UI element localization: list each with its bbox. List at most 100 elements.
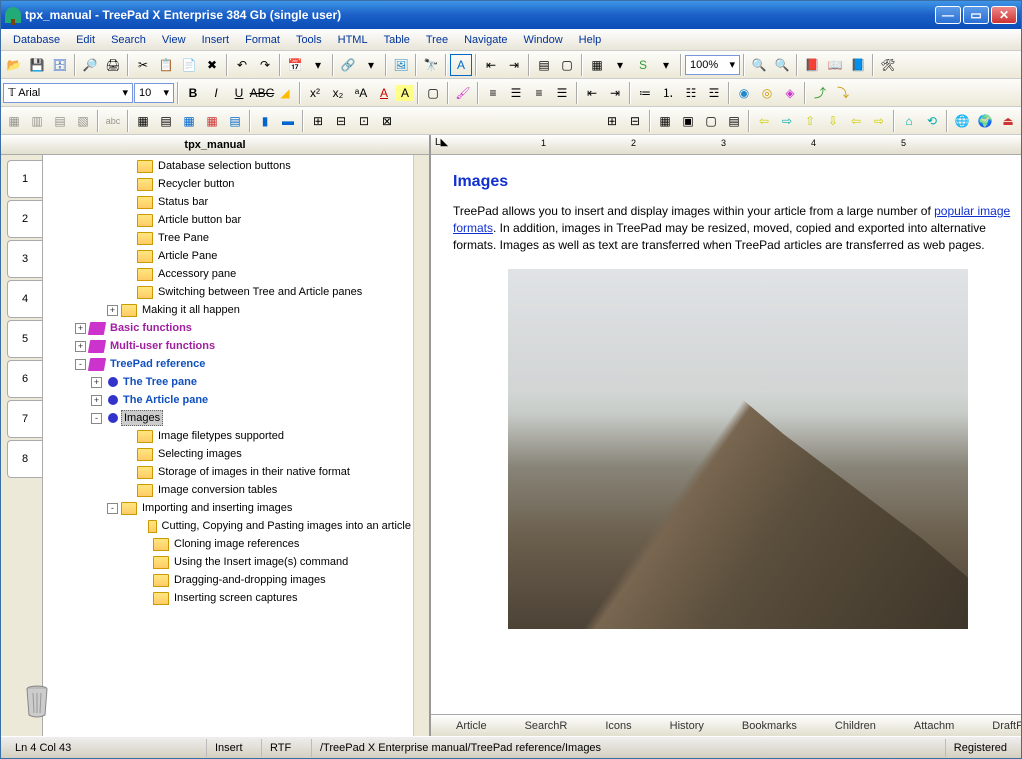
nav-prev-icon[interactable]: ⇨	[776, 110, 798, 132]
tree-node[interactable]: -Images	[43, 409, 413, 427]
tree-node[interactable]: Inserting screen captures	[43, 589, 413, 607]
tree-node[interactable]: +Basic functions	[43, 319, 413, 337]
tree-node[interactable]: Article Pane	[43, 247, 413, 265]
expand-icon[interactable]: -	[75, 359, 86, 370]
char-icon[interactable]: ▾	[307, 54, 329, 76]
indent-tree-icon[interactable]: ⇥	[503, 54, 525, 76]
split1-icon[interactable]: ⊞	[601, 110, 623, 132]
alignjustify-button[interactable]: ☰	[551, 82, 573, 104]
table4-icon[interactable]: ▦	[201, 110, 223, 132]
tree-node[interactable]: -Importing and inserting images	[43, 499, 413, 517]
table5-icon[interactable]: ▤	[224, 110, 246, 132]
underline-button[interactable]: U	[228, 82, 250, 104]
tab-bookmarks[interactable]: Bookmarks	[723, 717, 816, 735]
vtab-6[interactable]: 6	[7, 360, 42, 398]
table3-icon[interactable]: ▦	[178, 110, 200, 132]
zoomin-icon[interactable]: 🔍	[771, 54, 793, 76]
style-icon[interactable]: S	[632, 54, 654, 76]
grid2-icon[interactable]: ▥	[26, 110, 48, 132]
superscript-button[interactable]: x²	[304, 82, 326, 104]
menu-navigate[interactable]: Navigate	[456, 31, 515, 49]
merge1-icon[interactable]: ⊞	[307, 110, 329, 132]
saveall-icon[interactable]: 🗄	[49, 54, 71, 76]
tree-node[interactable]: +The Article pane	[43, 391, 413, 409]
copy-icon[interactable]: 📋	[155, 54, 177, 76]
menu-format[interactable]: Format	[237, 31, 288, 49]
merge2-icon[interactable]: ⊟	[330, 110, 352, 132]
grid1-icon[interactable]: ▦	[3, 110, 25, 132]
layout3-icon[interactable]: ▦	[586, 54, 608, 76]
menu-tools[interactable]: Tools	[288, 31, 330, 49]
book3-icon[interactable]: 📘	[847, 54, 869, 76]
bgcolor-button[interactable]: A	[396, 85, 414, 101]
tree-node[interactable]: Status bar	[43, 193, 413, 211]
nav-right-icon[interactable]: ⇨	[868, 110, 890, 132]
tree-node[interactable]: Article button bar	[43, 211, 413, 229]
minimize-button[interactable]: —	[935, 6, 961, 24]
menu-help[interactable]: Help	[571, 31, 610, 49]
tree-node[interactable]: -TreePad reference	[43, 355, 413, 373]
table2-icon[interactable]: ▤	[155, 110, 177, 132]
tree-view[interactable]: Database selection buttonsRecycler butto…	[43, 155, 413, 736]
obj3-icon[interactable]: ◈	[779, 82, 801, 104]
tree-node[interactable]: +Making it all happen	[43, 301, 413, 319]
highlight-icon[interactable]: ◢	[274, 82, 296, 104]
menu-tree[interactable]: Tree	[418, 31, 456, 49]
tree-node[interactable]: Image filetypes supported	[43, 427, 413, 445]
print-icon[interactable]: 🖨	[102, 54, 124, 76]
expand-icon[interactable]: +	[91, 377, 102, 388]
tree-node[interactable]: +Multi-user functions	[43, 337, 413, 355]
bulletlist-button[interactable]: ≔	[634, 82, 656, 104]
list4-button[interactable]: ☲	[703, 82, 725, 104]
tree-node[interactable]: Image conversion tables	[43, 481, 413, 499]
exit-icon[interactable]: ⏏	[997, 110, 1019, 132]
alignright-button[interactable]: ≡	[528, 82, 550, 104]
fontcolor-button[interactable]: A	[373, 82, 395, 104]
border4-icon[interactable]: ▤	[723, 110, 745, 132]
numberlist-button[interactable]: ⒈	[657, 82, 679, 104]
outdent-button[interactable]: ⇤	[581, 82, 603, 104]
menu-search[interactable]: Search	[103, 31, 154, 49]
bold-button[interactable]: B	[182, 82, 204, 104]
anchor-icon[interactable]: ▾	[360, 54, 382, 76]
book2-icon[interactable]: 📖	[824, 54, 846, 76]
menu-insert[interactable]: Insert	[194, 31, 238, 49]
expand-icon[interactable]: -	[91, 413, 102, 424]
close-button[interactable]: ✕	[991, 6, 1017, 24]
binoculars-icon[interactable]: 🔭	[420, 54, 442, 76]
tab-draftpad[interactable]: DraftPad	[973, 717, 1021, 735]
image-icon[interactable]: 🖼	[390, 54, 412, 76]
tree-node[interactable]: Cloning image references	[43, 535, 413, 553]
obj2-icon[interactable]: ◎	[756, 82, 778, 104]
split2-icon[interactable]: ⊟	[624, 110, 646, 132]
tab-children[interactable]: Children	[816, 717, 895, 735]
table1-icon[interactable]: ▦	[132, 110, 154, 132]
redo-icon[interactable]: ↷	[254, 54, 276, 76]
nav-up-icon[interactable]: ⇧	[799, 110, 821, 132]
grid4-icon[interactable]: ▧	[72, 110, 94, 132]
menu-html[interactable]: HTML	[330, 31, 376, 49]
nav-down-icon[interactable]: ⇩	[822, 110, 844, 132]
cut-icon[interactable]: ✂	[132, 54, 154, 76]
tree-node[interactable]: Database selection buttons	[43, 157, 413, 175]
date-icon[interactable]: 📅	[284, 54, 306, 76]
subscript-button[interactable]: x₂	[327, 82, 349, 104]
italic-button[interactable]: I	[205, 82, 227, 104]
vtab-5[interactable]: 5	[7, 320, 42, 358]
clearformat-icon[interactable]: ▢	[422, 82, 444, 104]
menu-table[interactable]: Table	[376, 31, 418, 49]
tree-node[interactable]: +The Tree pane	[43, 373, 413, 391]
zoom-select[interactable]: 100%▾	[685, 55, 740, 75]
tab-attachm[interactable]: Attachm	[895, 717, 973, 735]
tab-icons[interactable]: Icons	[586, 717, 650, 735]
grid3-icon[interactable]: ▤	[49, 110, 71, 132]
preview-icon[interactable]: 🔎	[79, 54, 101, 76]
vtab-8[interactable]: 8	[7, 440, 42, 478]
article-body[interactable]: Images TreePad allows you to insert and …	[431, 155, 1021, 714]
merge3-icon[interactable]: ⊡	[353, 110, 375, 132]
home-icon[interactable]: ⌂	[898, 110, 920, 132]
zoomout-icon[interactable]: 🔍	[748, 54, 770, 76]
expand-icon[interactable]: -	[107, 503, 118, 514]
aligncenter-button[interactable]: ☰	[505, 82, 527, 104]
border2-icon[interactable]: ▣	[677, 110, 699, 132]
